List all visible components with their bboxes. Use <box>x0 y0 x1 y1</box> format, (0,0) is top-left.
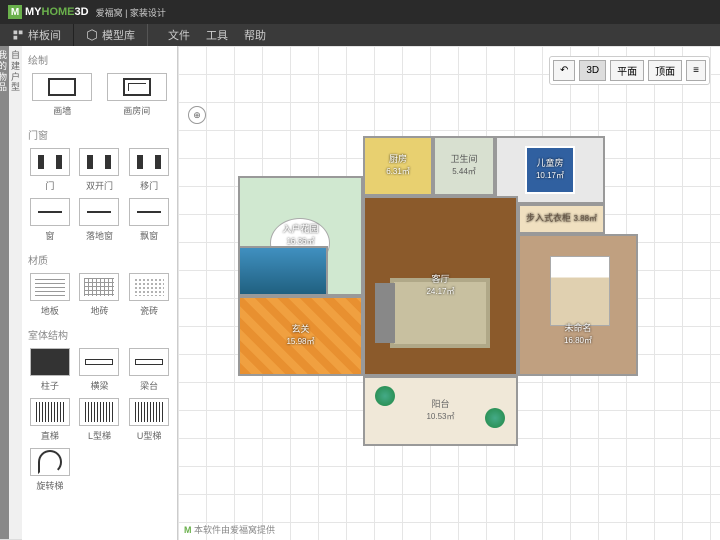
menu-help[interactable]: 帮助 <box>244 27 266 43</box>
bed-icon <box>525 146 575 194</box>
rug-icon <box>390 278 490 348</box>
template-icon <box>12 29 24 41</box>
plant-icon <box>485 408 505 428</box>
item-arc[interactable]: 飘窗 <box>127 198 171 242</box>
item-ushape[interactable]: U型梯 <box>127 398 171 442</box>
item-bay2[interactable]: 梁台 <box>127 348 171 392</box>
item-slide[interactable]: 移门 <box>127 148 171 192</box>
room-bath[interactable]: 卫生间5.44㎡ <box>433 136 495 196</box>
room-closet[interactable]: 步入式衣柜 3.88㎡ <box>518 204 605 234</box>
item-plank[interactable]: 地板 <box>28 273 72 317</box>
rail-build[interactable]: 自建 户型 <box>9 46 22 540</box>
menu-bar: 文件 工具 帮助 <box>168 27 266 43</box>
menu-tool[interactable]: 工具 <box>206 27 228 43</box>
item-beam[interactable]: 横梁 <box>78 348 122 392</box>
item-pillar[interactable]: 柱子 <box>28 348 72 392</box>
item-room[interactable]: 画房间 <box>103 73 172 117</box>
rail-mine[interactable]: 我的 物品 <box>0 46 9 540</box>
floorplan: 入户花园16.36㎡ 厨房6.31㎡ 卫生间5.44㎡ 儿童房10.17㎡ 步入… <box>218 126 678 486</box>
item-spiral[interactable]: 旋转梯 <box>28 448 72 492</box>
menu-file[interactable]: 文件 <box>168 27 190 43</box>
room-water-feature[interactable] <box>238 246 328 296</box>
design-canvas[interactable]: ⊕ ↶ 3D 平面 顶面 ≡ 入户花园16.36㎡ 厨房6.31㎡ 卫生间5.4… <box>178 46 720 540</box>
origin-marker[interactable]: ⊕ <box>188 106 206 124</box>
room-master[interactable]: 未命名16.80㎡ <box>518 234 638 376</box>
logo-text: MYHOME3D <box>25 6 89 18</box>
layers-button[interactable]: ≡ <box>686 60 706 81</box>
room-balcony[interactable]: 阳台10.53㎡ <box>363 376 518 446</box>
sub-header: 样板间 模型库 文件 工具 帮助 <box>0 24 720 46</box>
item-tile[interactable]: 地砖 <box>78 273 122 317</box>
item-wall[interactable]: 画墙 <box>28 73 97 117</box>
tab-templates[interactable]: 样板间 <box>0 24 74 46</box>
tab-models[interactable]: 模型库 <box>74 24 148 46</box>
logo-icon: M <box>8 5 22 19</box>
undo-button[interactable]: ↶ <box>553 60 575 81</box>
item-straight[interactable]: 直梯 <box>28 398 72 442</box>
item-double[interactable]: 双开门 <box>78 148 122 192</box>
category-rail: 自建 户型 我的 物品 门窗 硬装 客厅 餐厅 卧室 书房 厨卫 儿童房 灯饰 … <box>0 46 22 540</box>
item-window[interactable]: 窗 <box>28 198 72 242</box>
plant-icon <box>375 386 395 406</box>
cube-icon <box>86 29 98 41</box>
footer-attribution: M 本软件由爱福窝提供 <box>184 523 275 536</box>
room-foyer[interactable]: 玄关15.98㎡ <box>238 296 363 376</box>
room-kids[interactable]: 儿童房10.17㎡ <box>495 136 605 204</box>
item-bay[interactable]: 落地窗 <box>78 198 122 242</box>
section-doorwin-title: 门窗 <box>28 127 171 142</box>
component-palette: 绘制 画墙 画房间 门窗 门 双开门 移门 窗 落地窗 飘窗 材质 地板 地砖 … <box>22 46 178 540</box>
room-living[interactable]: 客厅24.17㎡ <box>363 196 518 376</box>
brand-logo: M MYHOME3D 爱福窝 | 家装设计 <box>8 5 166 19</box>
sofa-icon <box>375 283 395 343</box>
view-3d-button[interactable]: 3D <box>579 60 606 81</box>
section-material-title: 材质 <box>28 252 171 267</box>
item-stone[interactable]: 瓷砖 <box>127 273 171 317</box>
logo-subtitle: 爱福窝 | 家装设计 <box>96 6 166 19</box>
app-header: M MYHOME3D 爱福窝 | 家装设计 <box>0 0 720 24</box>
room-kitchen[interactable]: 厨房6.31㎡ <box>363 136 433 196</box>
view-top-button[interactable]: 顶面 <box>648 60 682 81</box>
item-lshape[interactable]: L型梯 <box>78 398 122 442</box>
tab-templates-label: 样板间 <box>28 27 61 43</box>
section-draw-title: 绘制 <box>28 52 171 67</box>
view-plan-button[interactable]: 平面 <box>610 60 644 81</box>
view-toolbar: ↶ 3D 平面 顶面 ≡ <box>549 56 710 85</box>
foyer-floor-icon <box>240 298 361 374</box>
section-struct-title: 室体结构 <box>28 327 171 342</box>
masterbed-icon <box>550 256 610 326</box>
item-door[interactable]: 门 <box>28 148 72 192</box>
tab-models-label: 模型库 <box>102 27 135 43</box>
